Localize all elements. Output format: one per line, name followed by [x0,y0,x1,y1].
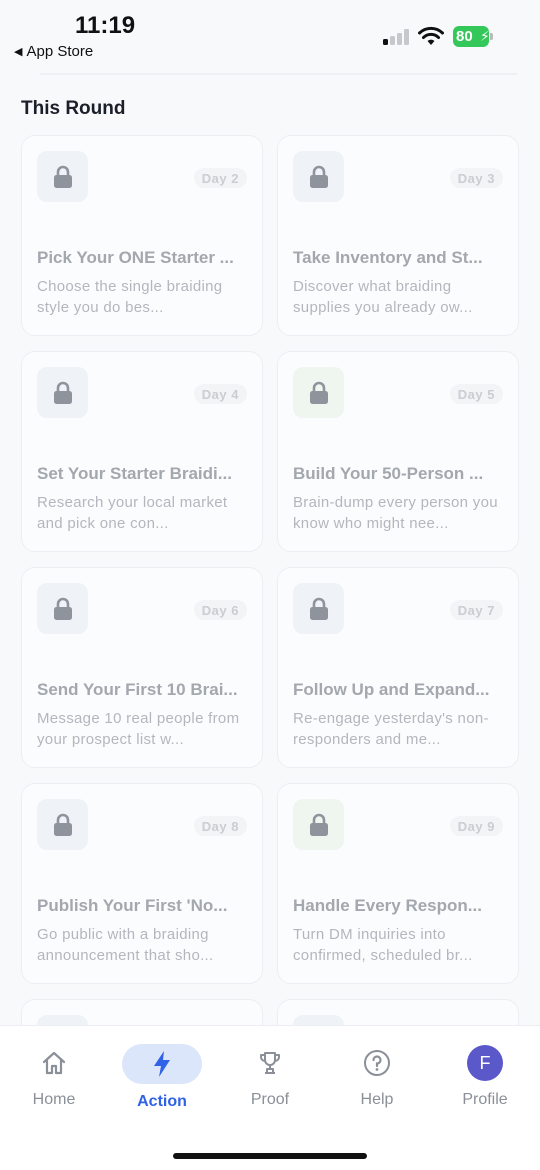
card-title: Handle Every Respon... [293,896,482,915]
bottom-tab-bar: Home Action Proof Help F Profile [0,1025,540,1170]
card-title: Build Your 50-Person ... [293,464,484,483]
lock-icon [37,583,88,634]
bolt-icon [122,1044,202,1084]
lock-icon [293,151,344,202]
tab-home-label: Home [32,1091,76,1108]
divider [40,73,518,75]
tab-profile-label: Profile [462,1091,508,1108]
wifi-icon [418,26,444,45]
section-title: This Round [21,98,126,119]
card-title: Set Your Starter Braidi... [37,464,232,483]
day-badge: Day 8 [193,816,247,836]
tab-help-label: Help [360,1091,394,1108]
card-title: Follow Up and Expand... [293,680,490,699]
cellular-signal-icon [383,28,411,45]
card-title: Publish Your First 'No... [37,896,228,915]
card-description: Message 10 real people from your prospec… [37,710,240,748]
tab-help[interactable]: Help [332,1044,422,1109]
tab-home[interactable]: Home [9,1044,99,1109]
day-badge: Day 5 [449,384,503,404]
day-card[interactable]: Day 4 Set Your Starter Braidi... Research … [21,351,263,552]
tab-proof-label: Proof [250,1091,290,1108]
day-badge: Day 2 [193,168,247,188]
back-to-app-store-link[interactable]: ◀ App Store [14,43,93,60]
card-description: Go public with a braiding announcement t… [37,926,214,964]
card-description: Discover what braiding supplies you alre… [293,278,473,316]
lock-icon [37,367,88,418]
card-description: Choose the single braiding style you do … [37,278,223,316]
trophy-icon [225,1044,315,1082]
day-badge: Day 4 [193,384,247,404]
day-badge: Day 7 [449,600,503,620]
back-arrow-icon: ◀ [14,46,23,58]
avatar: F [467,1045,503,1081]
card-description: Brain-dump every person you know who mig… [293,494,498,532]
card-title: Pick Your ONE Starter ... [37,248,234,267]
day-badge: Day 9 [449,816,503,836]
status-bar: 11:19 ◀ App Store 80 ⚡ [0,0,540,70]
tab-action[interactable]: Action [117,1044,207,1111]
day-card[interactable]: Day 9 Handle Every Respon... Turn DM inqui… [277,783,519,984]
lock-icon [37,799,88,850]
tab-profile[interactable]: F Profile [440,1044,530,1109]
day-card[interactable]: Day 5 Build Your 50-Person ... Brain-dump … [277,351,519,552]
tab-action-label: Action [137,1093,187,1110]
lock-icon [293,583,344,634]
day-card[interactable]: Day 3 Take Inventory and St... Discover wh… [277,135,519,336]
card-description: Turn DM inquiries into confirmed, schedu… [293,926,473,964]
charging-bolt-icon: ⚡ [480,28,490,44]
lock-icon [293,367,344,418]
day-card[interactable]: Day 6 Send Your First 10 Brai... Message 1… [21,567,263,768]
status-time: 11:19 [75,12,136,39]
tab-proof[interactable]: Proof [225,1044,315,1109]
help-icon [332,1044,422,1082]
back-link-label: App Store [26,43,94,60]
card-title: Send Your First 10 Brai... [37,680,238,699]
day-card[interactable]: Day 8 Publish Your First 'No... Go public … [21,783,263,984]
card-description: Research your local market and pick one … [37,494,228,532]
lock-icon [37,151,88,202]
day-card[interactable]: Day 2 Pick Your ONE Starter ... Choose the… [21,135,263,336]
home-indicator [173,1153,367,1159]
day-badge: Day 3 [449,168,503,188]
day-badge: Day 6 [193,600,247,620]
lock-icon [293,799,344,850]
card-description: Re-engage yesterday's non-responders and… [293,710,489,748]
card-title: Take Inventory and St... [293,248,483,267]
home-icon [9,1044,99,1082]
battery-icon: 80 ⚡ [453,26,493,47]
battery-level: 80 [456,28,473,45]
day-card[interactable]: Day 7 Follow Up and Expand... Re-engage ye… [277,567,519,768]
